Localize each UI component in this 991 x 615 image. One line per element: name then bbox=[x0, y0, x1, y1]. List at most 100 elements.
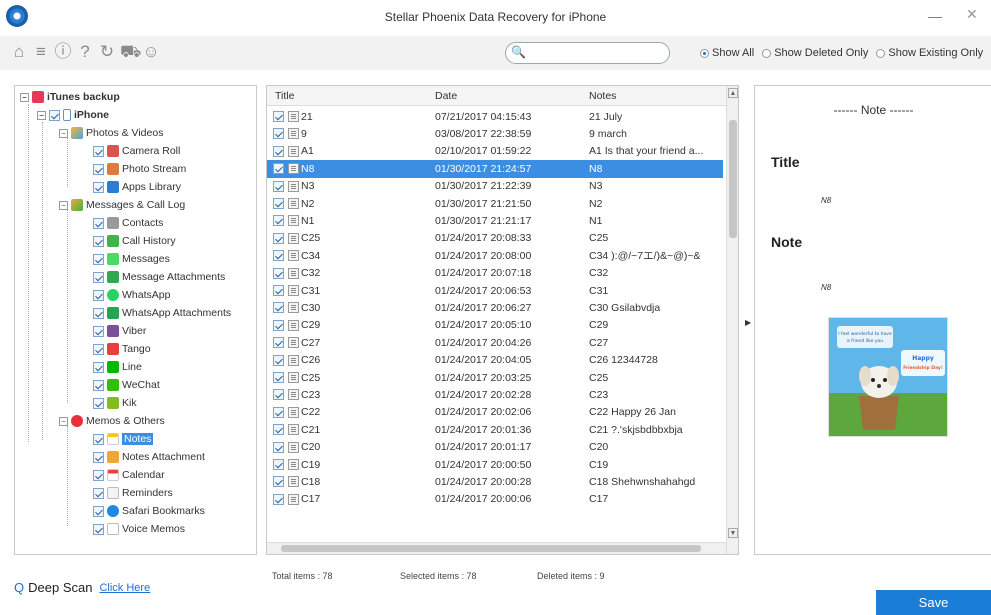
table-row[interactable]: C30 01/24/2017 20:06:27 C30 Gsilabvdja bbox=[267, 299, 723, 316]
table-row[interactable]: 21 07/21/2017 04:15:43 21 July bbox=[267, 108, 723, 125]
minimize-button[interactable]: — bbox=[928, 8, 942, 24]
tree-group-photos-videos[interactable]: − Photos & Videos bbox=[59, 124, 163, 142]
save-button[interactable]: Save bbox=[876, 590, 991, 615]
checkbox[interactable] bbox=[93, 433, 104, 445]
checkbox[interactable] bbox=[93, 451, 104, 463]
checkbox[interactable] bbox=[273, 389, 284, 401]
account-icon[interactable]: ☺ bbox=[142, 42, 160, 62]
table-row[interactable]: C25 01/24/2017 20:08:33 C25 bbox=[267, 230, 723, 247]
checkbox[interactable] bbox=[273, 145, 284, 157]
checkbox[interactable] bbox=[93, 181, 104, 193]
column-header-title[interactable]: Title bbox=[275, 90, 294, 102]
tree-item-call-history[interactable]: Call History bbox=[93, 232, 176, 250]
tree-group-memos-others[interactable]: − Memos & Others bbox=[59, 412, 165, 430]
tree-item-contacts[interactable]: Contacts bbox=[93, 214, 163, 232]
checkbox[interactable] bbox=[93, 217, 104, 229]
tree-item-whatsapp-attachments[interactable]: WhatsApp Attachments bbox=[93, 304, 231, 322]
table-row[interactable]: C32 01/24/2017 20:07:18 C32 bbox=[267, 265, 723, 282]
table-row[interactable]: C26 01/24/2017 20:04:05 C26 12344728 bbox=[267, 352, 723, 369]
table-row[interactable]: C21 01/24/2017 20:01:36 C21 ?.'skjsbdbbxbj… bbox=[267, 421, 723, 438]
tree-item-reminders[interactable]: Reminders bbox=[93, 484, 173, 502]
checkbox[interactable] bbox=[49, 109, 60, 121]
tree-item-apps-library[interactable]: Apps Library bbox=[93, 178, 181, 196]
checkbox[interactable] bbox=[273, 267, 284, 279]
checkbox[interactable] bbox=[93, 145, 104, 157]
checkbox[interactable] bbox=[273, 354, 284, 366]
search-input[interactable] bbox=[526, 45, 664, 61]
checkbox[interactable] bbox=[93, 487, 104, 499]
close-button[interactable]: ✕ bbox=[966, 6, 978, 23]
table-row[interactable]: C17 01/24/2017 20:00:06 C17 bbox=[267, 491, 723, 508]
checkbox[interactable] bbox=[93, 379, 104, 391]
scroll-up-icon[interactable]: ▲ bbox=[728, 88, 738, 98]
tree-item-voice-memos[interactable]: Voice Memos bbox=[93, 520, 185, 538]
checkbox[interactable] bbox=[273, 232, 284, 244]
scroll-down-icon[interactable]: ▼ bbox=[728, 528, 738, 538]
checkbox[interactable] bbox=[273, 180, 284, 192]
tree-item-photo-stream[interactable]: Photo Stream bbox=[93, 160, 186, 178]
checkbox[interactable] bbox=[273, 128, 284, 140]
table-row[interactable]: C20 01/24/2017 20:01:17 C20 bbox=[267, 439, 723, 456]
filter-show-deleted[interactable]: Show Deleted Only bbox=[762, 47, 868, 59]
table-row[interactable]: N8 01/30/2017 21:24:57 N8 bbox=[267, 160, 723, 178]
tree-item-wechat[interactable]: WeChat bbox=[93, 376, 160, 394]
tree-item-message-attachments[interactable]: Message Attachments bbox=[93, 268, 225, 286]
tree-group-messages-call-log[interactable]: − Messages & Call Log bbox=[59, 196, 185, 214]
checkbox[interactable] bbox=[93, 343, 104, 355]
checkbox[interactable] bbox=[273, 198, 284, 209]
scroll-thumb[interactable] bbox=[729, 120, 737, 238]
collapse-icon[interactable]: − bbox=[20, 92, 29, 102]
tree-device-iphone[interactable]: − iPhone bbox=[37, 106, 109, 124]
table-row[interactable]: C22 01/24/2017 20:02:06 C22 Happy 26 Jan bbox=[267, 404, 723, 421]
checkbox[interactable] bbox=[273, 163, 284, 175]
tree-item-viber[interactable]: Viber bbox=[93, 322, 146, 340]
checkbox[interactable] bbox=[273, 285, 284, 296]
collapse-icon[interactable]: − bbox=[59, 200, 68, 210]
cart-icon[interactable]: ⛟ bbox=[120, 42, 141, 62]
checkbox[interactable] bbox=[273, 337, 284, 349]
checkbox[interactable] bbox=[93, 163, 104, 175]
tree-item-messages[interactable]: Messages bbox=[93, 250, 170, 268]
table-row[interactable]: A1 02/10/2017 01:59:22 A1 Is that your fri… bbox=[267, 143, 723, 160]
tree-root-itunes-backup[interactable]: − iTunes backup bbox=[20, 88, 120, 106]
table-row[interactable]: C27 01/24/2017 20:04:26 C27 bbox=[267, 334, 723, 351]
table-row[interactable]: N1 01/30/2017 21:21:17 N1 bbox=[267, 212, 723, 229]
vertical-scrollbar[interactable]: ▲ ▼ bbox=[726, 86, 738, 554]
checkbox[interactable] bbox=[93, 271, 104, 283]
search-box[interactable]: 🔍 bbox=[505, 42, 670, 64]
checkbox[interactable] bbox=[93, 505, 104, 517]
checkbox[interactable] bbox=[273, 424, 284, 436]
checkbox[interactable] bbox=[273, 111, 284, 122]
tree-item-calendar[interactable]: Calendar bbox=[93, 466, 165, 484]
tree-item-line[interactable]: Line bbox=[93, 358, 142, 376]
filter-show-all[interactable]: Show All bbox=[700, 47, 754, 59]
checkbox[interactable] bbox=[93, 289, 104, 301]
table-row[interactable]: C29 01/24/2017 20:05:10 C29 bbox=[267, 317, 723, 334]
table-row[interactable]: C25 01/24/2017 20:03:25 C25 bbox=[267, 369, 723, 386]
tree-item-whatsapp[interactable]: WhatsApp bbox=[93, 286, 170, 304]
table-row[interactable]: N3 01/30/2017 21:22:39 N3 bbox=[267, 178, 723, 195]
horizontal-scrollbar[interactable] bbox=[267, 542, 726, 554]
checkbox[interactable] bbox=[273, 372, 284, 383]
checkbox[interactable] bbox=[93, 325, 104, 337]
collapse-icon[interactable]: − bbox=[59, 128, 68, 138]
checkbox[interactable] bbox=[273, 319, 284, 331]
checkbox[interactable] bbox=[273, 406, 284, 418]
tree-item-camera-roll[interactable]: Camera Roll bbox=[93, 142, 180, 160]
checkbox[interactable] bbox=[93, 235, 104, 247]
scroll-thumb[interactable] bbox=[281, 545, 701, 552]
home-icon[interactable]: ⌂ bbox=[10, 42, 28, 62]
deep-scan-link[interactable]: Click Here bbox=[99, 582, 150, 594]
tree-item-tango[interactable]: Tango bbox=[93, 340, 151, 358]
table-row[interactable]: C18 01/24/2017 20:00:28 C18 Shehwnshahahgd bbox=[267, 473, 723, 490]
checkbox[interactable] bbox=[273, 493, 284, 505]
checkbox[interactable] bbox=[93, 253, 104, 265]
column-header-date[interactable]: Date bbox=[435, 90, 457, 102]
collapse-icon[interactable]: − bbox=[59, 416, 68, 426]
collapse-icon[interactable]: − bbox=[37, 110, 46, 120]
table-row[interactable]: 9 03/08/2017 22:38:59 9 march bbox=[267, 125, 723, 142]
table-row[interactable]: C19 01/24/2017 20:00:50 C19 bbox=[267, 456, 723, 473]
checkbox[interactable] bbox=[273, 302, 284, 314]
column-header-notes[interactable]: Notes bbox=[589, 90, 616, 102]
checkbox[interactable] bbox=[273, 476, 284, 488]
